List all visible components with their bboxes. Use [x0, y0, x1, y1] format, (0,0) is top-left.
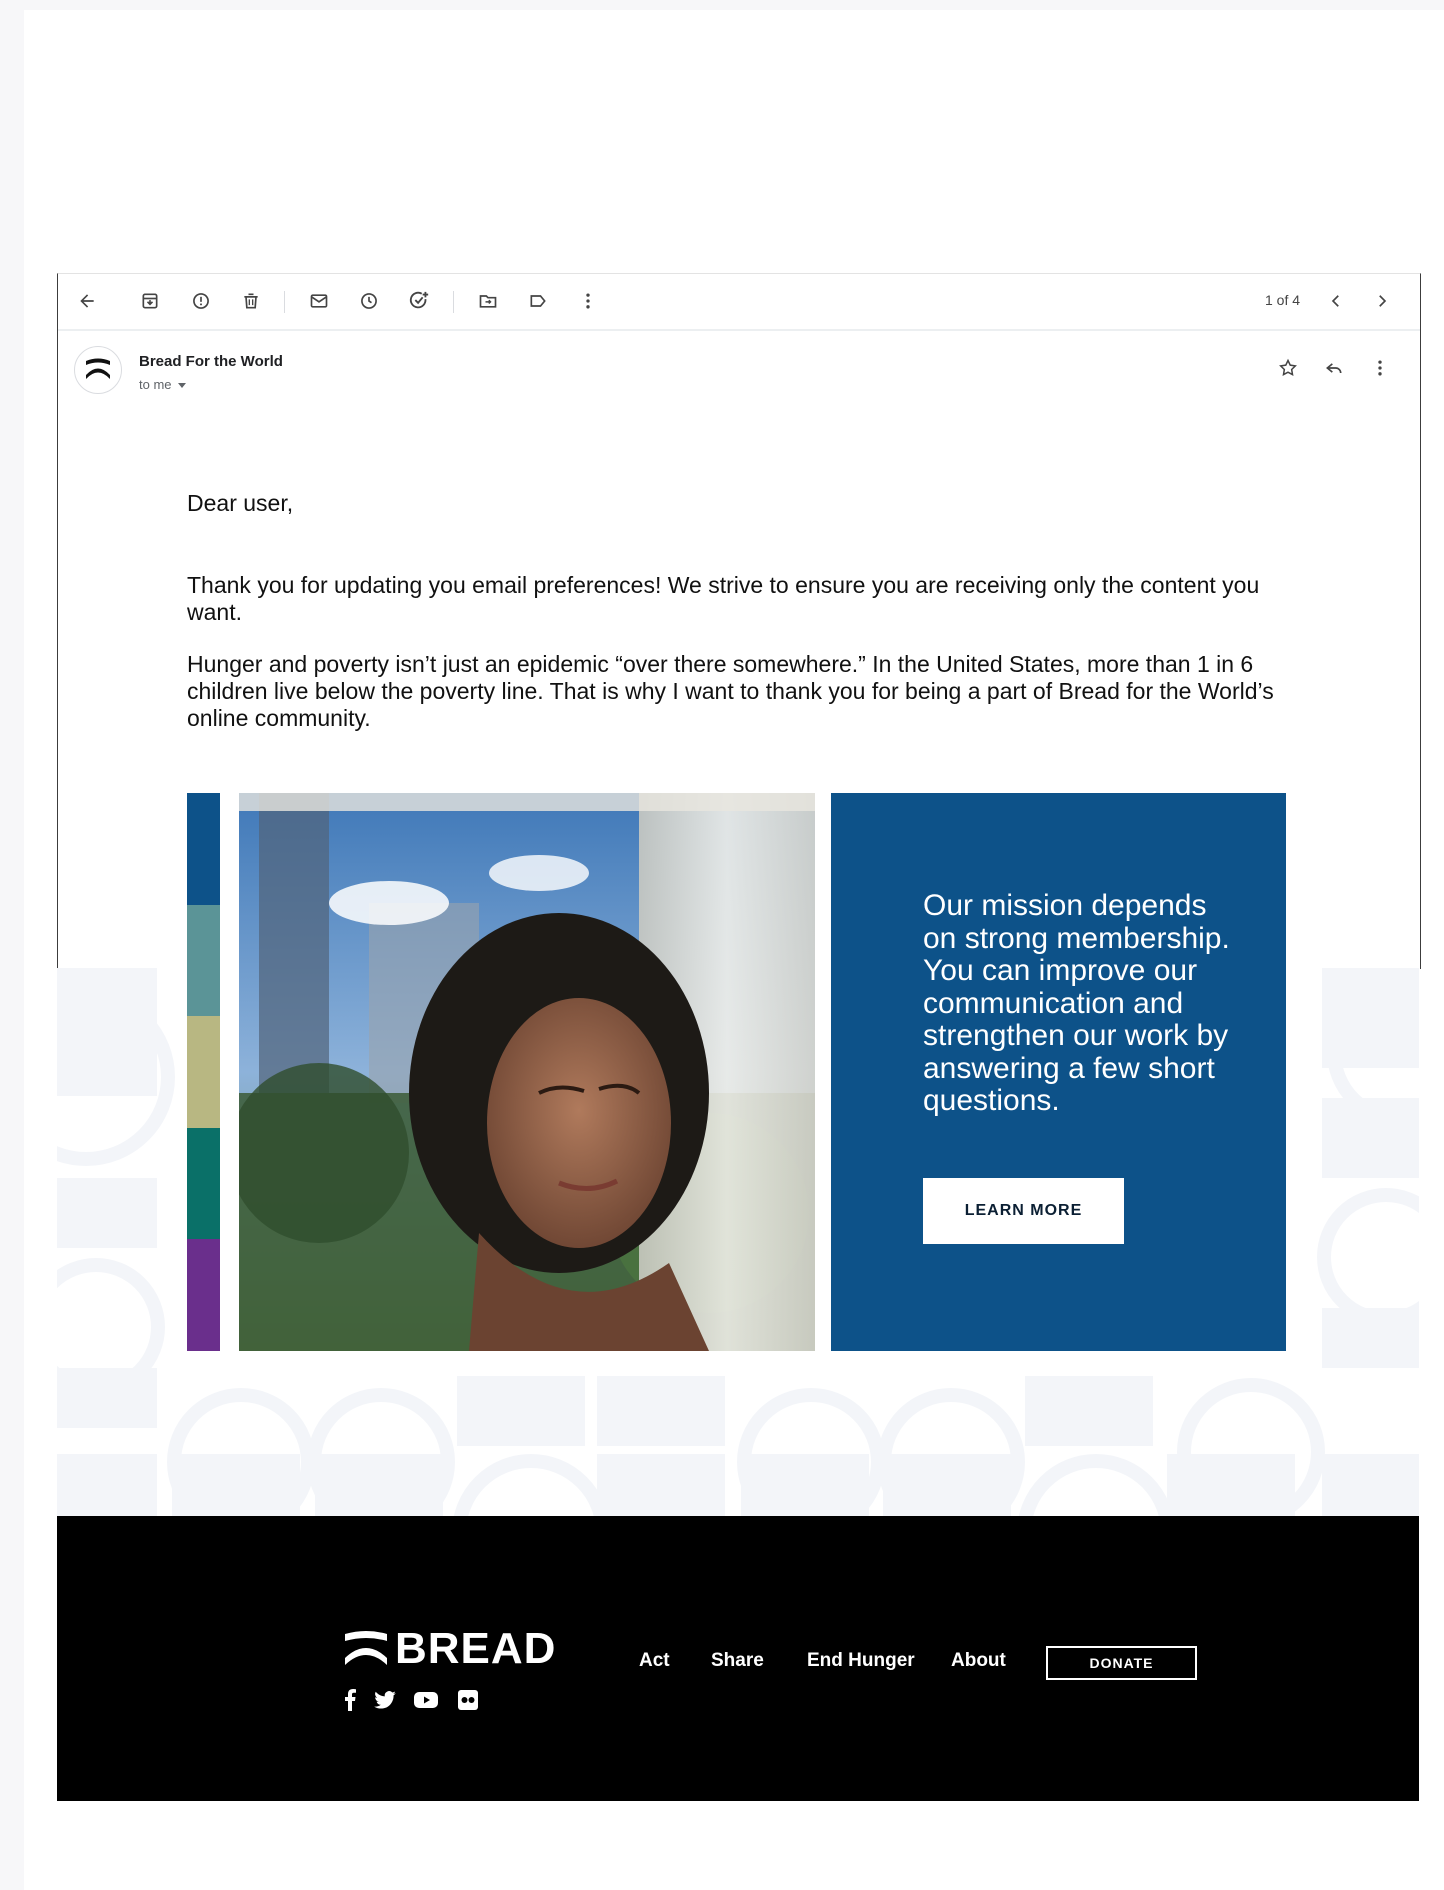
reply-icon[interactable] [1322, 356, 1346, 380]
archive-icon[interactable] [138, 289, 162, 313]
bread-logo-icon [86, 358, 110, 379]
star-icon[interactable] [1276, 356, 1300, 380]
delete-icon[interactable] [239, 289, 263, 313]
brand-wordmark: BREAD [395, 1624, 557, 1673]
cta-panel: Our mission depends on strong membership… [831, 793, 1286, 1351]
chevron-left-icon[interactable] [1324, 289, 1348, 313]
facebook-icon[interactable] [337, 1687, 363, 1713]
pagination-count: 1 of 4 [1265, 292, 1301, 308]
sender-name: Bread For the World [139, 353, 283, 370]
bread-logo[interactable]: BREAD [343, 1624, 556, 1674]
stripe [187, 1239, 220, 1351]
twitter-icon[interactable] [372, 1687, 398, 1713]
flickr-icon[interactable] [455, 1687, 481, 1713]
avatar[interactable] [74, 346, 122, 394]
nav-link-about[interactable]: About [951, 1650, 1006, 1672]
nav-link-act[interactable]: Act [639, 1650, 670, 1672]
email-toolbar: 1 of 4 [58, 274, 1420, 331]
recipient-details[interactable]: to me [139, 377, 186, 392]
label-icon[interactable] [526, 289, 550, 313]
add-task-icon[interactable] [407, 289, 431, 313]
mark-unread-icon[interactable] [307, 289, 331, 313]
report-spam-icon[interactable] [189, 289, 213, 313]
more-vert-icon[interactable] [1368, 356, 1392, 380]
hero-photo [239, 793, 815, 1351]
nav-link-end-hunger[interactable]: End Hunger [807, 1650, 915, 1672]
youtube-icon[interactable] [413, 1687, 439, 1713]
move-to-icon[interactable] [476, 289, 500, 313]
stripe [187, 904, 220, 1017]
footer: BREAD Act Share End Hunger About DONATE [57, 1516, 1419, 1801]
sender-header: Bread For the World to me [58, 344, 1420, 404]
stripe [187, 1016, 220, 1128]
stripe [187, 1127, 220, 1240]
learn-more-button[interactable]: LEARN MORE [923, 1178, 1124, 1244]
more-vert-icon[interactable] [576, 289, 600, 313]
nav-link-share[interactable]: Share [711, 1650, 764, 1672]
recipient-label: to me [139, 377, 172, 392]
caret-down-icon [177, 383, 186, 389]
cta-message: Our mission depends on strong membership… [923, 889, 1230, 1117]
body-paragraph-2: Hunger and poverty isn’t just an epidemi… [187, 651, 1274, 731]
toolbar-separator [284, 291, 285, 313]
color-stripes [187, 793, 220, 1351]
greeting: Dear user, [187, 490, 294, 516]
chevron-right-icon[interactable] [1370, 289, 1394, 313]
bread-mark-icon [345, 1631, 387, 1665]
toolbar-separator [453, 291, 454, 313]
stripe [187, 793, 220, 905]
snooze-icon[interactable] [357, 289, 381, 313]
back-arrow-icon[interactable] [75, 289, 99, 313]
donate-button[interactable]: DONATE [1046, 1646, 1197, 1680]
body-paragraph-1: Thank you for updating you email prefere… [187, 572, 1260, 625]
